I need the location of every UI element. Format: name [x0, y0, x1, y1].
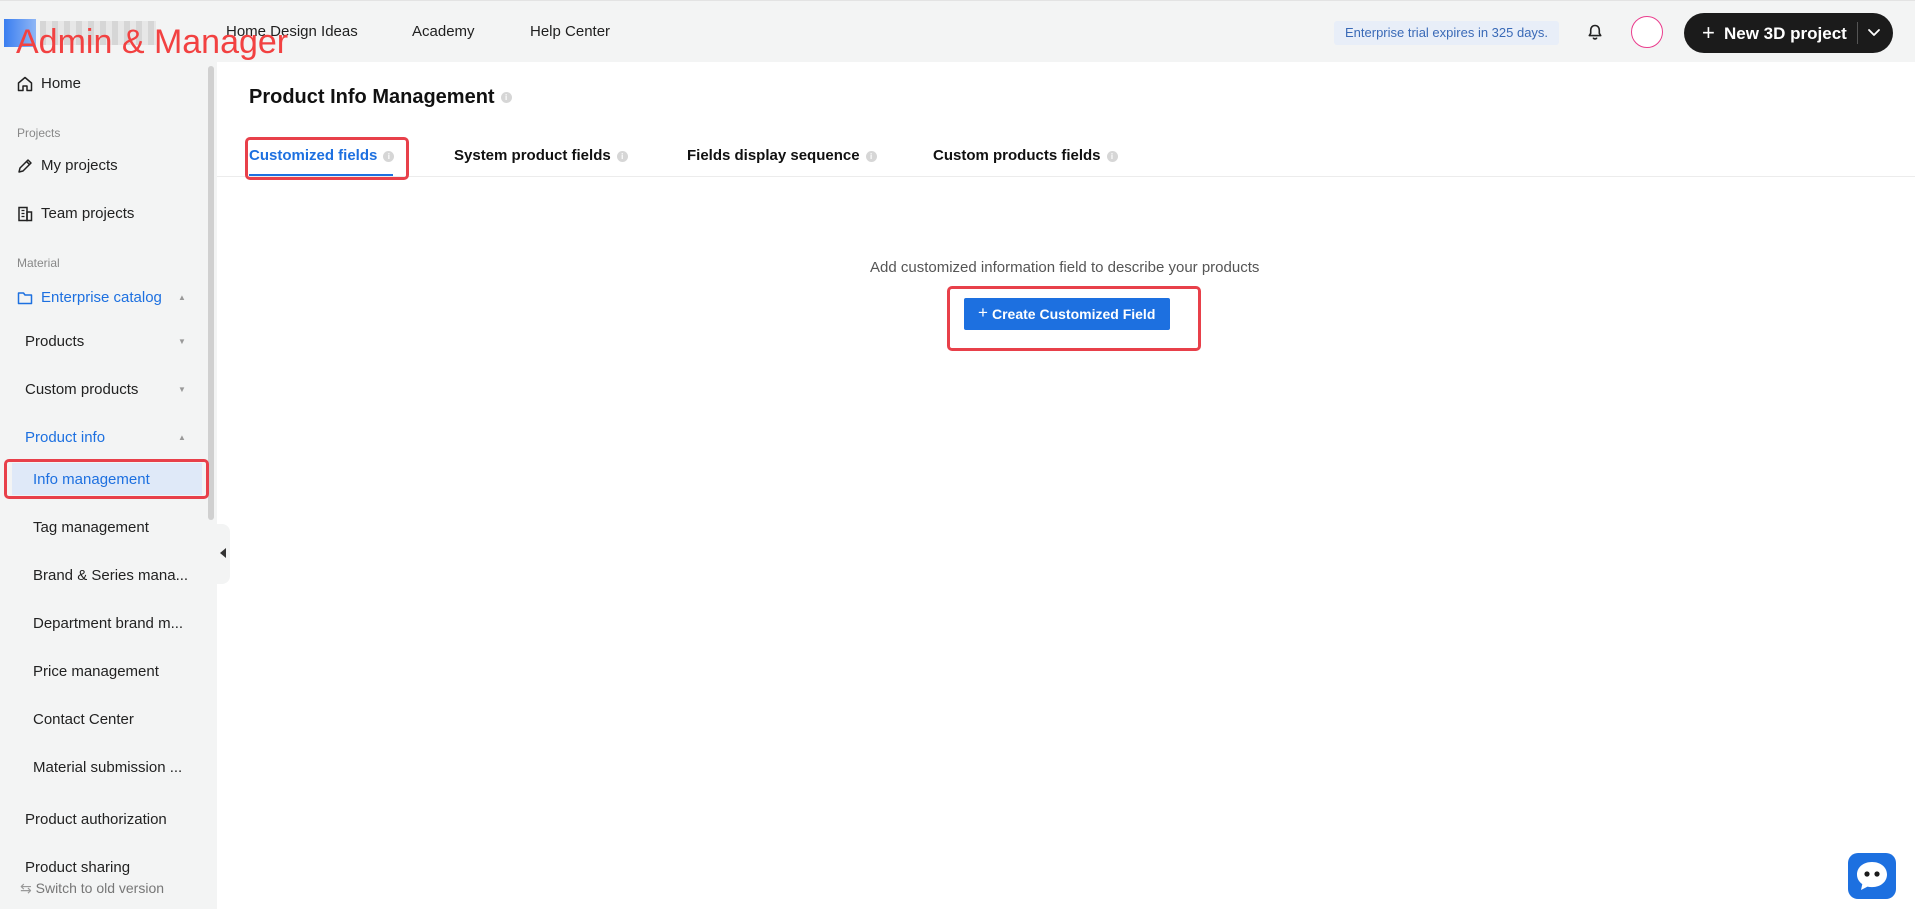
- chevron-up-icon: ▲: [178, 433, 186, 442]
- sidebar-item-custom-products[interactable]: Custom products ▼: [0, 372, 205, 408]
- chevron-down-icon: ▼: [178, 385, 186, 394]
- sidebar-item-label: Material submission ...: [33, 759, 183, 776]
- tab-divider: [217, 176, 1915, 177]
- collapse-arrow-icon: [220, 548, 226, 558]
- chat-icon: [1857, 862, 1887, 890]
- new-3d-project-label: New 3D project: [1724, 24, 1847, 43]
- page-title-text: Product Info Management: [249, 86, 495, 108]
- info-icon[interactable]: i: [616, 150, 628, 162]
- info-icon[interactable]: i: [865, 150, 877, 162]
- sidebar-collapse-toggle[interactable]: [216, 524, 230, 584]
- bell-icon[interactable]: [1585, 22, 1605, 42]
- tab-system-product-fields[interactable]: System product fields i: [454, 147, 628, 164]
- page-title: Product Info Management i: [249, 86, 512, 109]
- sidebar-item-label: Product sharing: [25, 859, 131, 876]
- sidebar-item-my-projects[interactable]: My projects: [0, 148, 205, 184]
- tab-label: System product fields: [454, 147, 611, 164]
- sidebar-item-product-info[interactable]: Product info ▲: [0, 420, 205, 456]
- sidebar-item-home[interactable]: Home: [0, 66, 205, 102]
- plus-icon: +: [1702, 20, 1715, 45]
- info-icon[interactable]: i: [500, 92, 512, 104]
- sidebar-item-tag-management[interactable]: Tag management: [0, 510, 205, 546]
- new-3d-project-button[interactable]: + New 3D project: [1684, 13, 1893, 53]
- button-separator: [1857, 22, 1858, 44]
- sidebar-item-label: Brand & Series mana...: [33, 567, 189, 584]
- create-customized-field-button[interactable]: + Create Customized Field: [964, 298, 1170, 330]
- tab-label: Customized fields: [249, 147, 378, 164]
- sidebar-item-enterprise-catalog[interactable]: Enterprise catalog ▲: [0, 280, 205, 316]
- switch-old-version-link[interactable]: ⇆ Switch to old version: [20, 880, 164, 897]
- nav-academy[interactable]: Academy: [412, 23, 475, 40]
- sidebar-item-price-management[interactable]: Price management: [0, 654, 205, 690]
- sidebar-scrollbar[interactable]: [208, 66, 214, 520]
- info-icon[interactable]: i: [1106, 150, 1118, 162]
- create-customized-field-label: Create Customized Field: [992, 306, 1156, 322]
- trial-notice[interactable]: Enterprise trial expires in 325 days.: [1334, 21, 1560, 45]
- plus-icon: +: [978, 303, 988, 322]
- sidebar-item-team-projects[interactable]: Team projects: [0, 196, 205, 232]
- sidebar-item-info-management[interactable]: Info management: [0, 462, 205, 498]
- sidebar-item-label: Info management: [33, 471, 150, 488]
- sidebar-item-brand-series[interactable]: Brand & Series mana...: [0, 558, 205, 594]
- avatar[interactable]: [1631, 16, 1663, 48]
- sidebar-item-products[interactable]: Products ▼: [0, 324, 205, 360]
- tab-custom-products-fields[interactable]: Custom products fields i: [933, 147, 1118, 164]
- empty-state-message: Add customized information field to desc…: [870, 259, 1260, 276]
- sidebar-item-label: Team projects: [41, 205, 135, 222]
- sidebar-item-contact-center[interactable]: Contact Center: [0, 702, 205, 738]
- sidebar-item-label: Home: [41, 75, 82, 92]
- sidebar-item-label: Product authorization: [25, 811, 167, 828]
- section-projects: Projects: [17, 126, 61, 140]
- chevron-down-icon[interactable]: [1865, 23, 1883, 41]
- sidebar-item-label: Enterprise catalog: [41, 289, 162, 306]
- switch-old-version-label: Switch to old version: [35, 880, 165, 896]
- tab-fields-display-sequence[interactable]: Fields display sequence i: [687, 147, 877, 164]
- building-icon: [18, 206, 33, 222]
- sidebar-item-label: Price management: [33, 663, 159, 680]
- sidebar-item-label: Department brand m...: [33, 615, 184, 632]
- section-material: Material: [17, 256, 60, 270]
- sidebar-item-product-authorization[interactable]: Product authorization: [0, 802, 205, 838]
- tab-customized-fields[interactable]: Customized fields i: [249, 147, 395, 164]
- sidebar-item-label: Product info: [25, 429, 106, 446]
- sidebar-item-label: My projects: [41, 157, 118, 174]
- sidebar-item-label: Custom products: [25, 381, 139, 398]
- role-annotation-label: Admin & Manager: [16, 23, 289, 61]
- chat-widget-button[interactable]: [1848, 853, 1896, 899]
- home-icon: [17, 76, 33, 92]
- chevron-down-icon: ▼: [178, 337, 186, 346]
- switch-icon: ⇆: [20, 880, 32, 896]
- sidebar-item-label: Contact Center: [33, 711, 134, 728]
- folder-icon: [17, 292, 33, 305]
- nav-help-center[interactable]: Help Center: [530, 23, 610, 40]
- tab-label: Custom products fields: [933, 147, 1101, 164]
- info-icon[interactable]: i: [383, 150, 395, 162]
- sidebar: Home Projects My projects Team projects …: [0, 62, 217, 909]
- sidebar-item-material-submission[interactable]: Material submission ...: [0, 750, 205, 786]
- tab-label: Fields display sequence: [687, 147, 860, 164]
- sidebar-item-label: Products: [25, 333, 85, 350]
- edit-project-icon: [18, 159, 32, 173]
- chevron-up-icon: ▲: [178, 293, 186, 302]
- sidebar-item-label: Tag management: [33, 519, 149, 536]
- sidebar-item-department-brand[interactable]: Department brand m...: [0, 606, 205, 642]
